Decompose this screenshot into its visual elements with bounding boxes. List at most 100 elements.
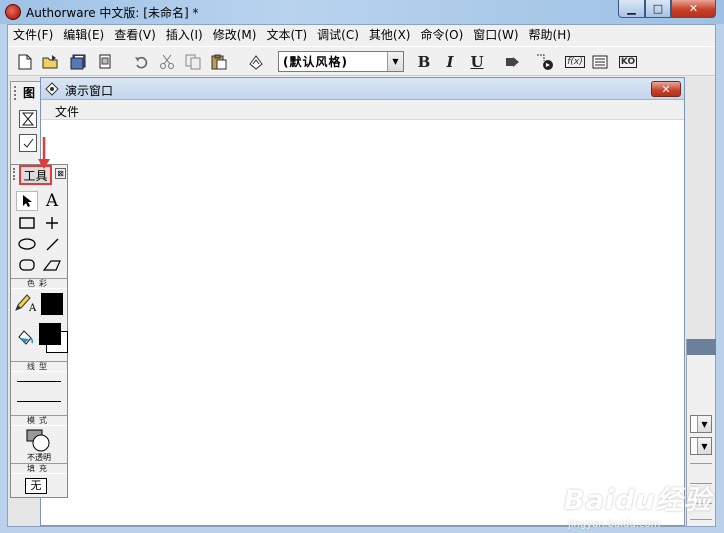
menu-edit[interactable]: 编辑(E) — [58, 25, 109, 45]
app-client-area: 文件(F) 编辑(E) 查看(V) 插入(I) 修改(M) 文本(T) 调试(C… — [7, 24, 716, 530]
save-all-button[interactable] — [68, 51, 90, 73]
close-button[interactable]: ✕ — [671, 0, 716, 18]
fill-pattern-box[interactable]: 无 — [25, 478, 47, 494]
rectangle-tool[interactable] — [16, 213, 38, 233]
menu-text[interactable]: 文本(T) — [261, 25, 312, 45]
text-style-value: (默认风格) — [283, 55, 348, 69]
new-file-icon — [18, 54, 32, 70]
run-play-icon — [506, 57, 519, 67]
menu-command[interactable]: 命令(O) — [415, 25, 468, 45]
plus-crosshair-icon — [46, 217, 58, 229]
presentation-menubar: 文件 — [41, 100, 684, 120]
chevron-down-icon[interactable]: ▼ — [387, 52, 403, 71]
menu-view[interactable]: 查看(V) — [109, 25, 161, 45]
underline-button[interactable]: U — [466, 51, 488, 73]
knowledge-objects-icon: KO — [618, 56, 638, 68]
menu-modify[interactable]: 修改(M) — [208, 25, 262, 45]
copy-icon — [185, 54, 201, 70]
open-file-button[interactable] — [40, 51, 62, 73]
new-file-button[interactable] — [14, 51, 36, 73]
functions-icon: f(x) — [565, 56, 585, 68]
properties-divider — [690, 463, 712, 464]
icon-palette-title: 图 — [23, 86, 36, 100]
presentation-window-icon — [45, 82, 59, 96]
undo-button[interactable] — [130, 51, 152, 73]
line-color-tool[interactable]: A — [14, 293, 38, 313]
tools-close-button[interactable]: ⊠ — [55, 168, 66, 179]
line-color-swatch[interactable] — [41, 293, 63, 315]
control-panel-button[interactable] — [534, 51, 556, 73]
diagonal-line-icon — [46, 238, 59, 251]
properties-panel-header — [687, 339, 716, 355]
menu-help[interactable]: 帮助(H) — [524, 25, 576, 45]
line-style-sample[interactable] — [17, 381, 61, 382]
presentation-window-titlebar[interactable]: 演示窗口 ✕ — [41, 78, 684, 100]
fill-section-label: 填充 — [11, 463, 67, 474]
watermark: Baidu经验 jingyan.baidu.com — [564, 478, 711, 533]
properties-combo-2[interactable]: ▼ — [690, 437, 712, 455]
paste-button[interactable] — [208, 51, 230, 73]
import-media-icon — [99, 54, 111, 69]
menu-debug[interactable]: 调试(C) — [312, 25, 364, 45]
rounded-rectangle-tool[interactable] — [16, 255, 38, 275]
rectangle-icon — [19, 217, 35, 229]
menu-other[interactable]: 其他(X) — [364, 25, 416, 45]
functions-button[interactable]: f(x) — [564, 51, 586, 73]
scissors-icon — [160, 54, 174, 69]
pen-color-letter: A — [28, 303, 37, 313]
undo-icon — [135, 56, 148, 69]
knowledge-objects-button[interactable]: KO — [617, 51, 639, 73]
line-style-sample[interactable] — [17, 401, 61, 402]
ellipse-tool[interactable] — [16, 234, 38, 254]
menu-file[interactable]: 文件(F) — [8, 25, 58, 45]
presentation-window: 演示窗口 ✕ 文件 — [40, 77, 685, 526]
presentation-canvas[interactable] — [41, 121, 684, 525]
tools-grip-handle[interactable] — [13, 168, 17, 180]
app-title: Authorware 中文版: [未命名] * — [26, 6, 199, 20]
minimize-button[interactable]: ▁ — [618, 0, 645, 18]
authorware-logo-icon[interactable] — [5, 4, 21, 20]
open-folder-icon — [42, 55, 58, 69]
foreground-color-swatch[interactable] — [39, 323, 61, 345]
italic-button[interactable]: I — [439, 51, 461, 73]
arrow-pointer-icon — [23, 195, 32, 207]
presentation-window-title: 演示窗口 — [65, 84, 114, 98]
presentation-close-button[interactable]: ✕ — [651, 81, 681, 97]
pencil-tick-icon — [23, 138, 34, 148]
ink-mode-tool[interactable] — [25, 428, 51, 452]
watermark-logo-text: Baidu经验 — [564, 485, 712, 516]
cut-button[interactable] — [156, 51, 178, 73]
display-icon[interactable] — [19, 134, 37, 152]
menu-insert[interactable]: 插入(I) — [161, 25, 208, 45]
find-button[interactable] — [246, 51, 268, 73]
copy-button[interactable] — [182, 51, 204, 73]
variables-button[interactable] — [589, 51, 611, 73]
diagonal-line-tool[interactable] — [41, 234, 63, 254]
pointer-tool[interactable] — [16, 191, 38, 211]
annotation-arrow-icon — [38, 137, 50, 169]
text-tool[interactable]: A — [41, 191, 63, 211]
main-toolbar: (默认风格) ▼ B I U f(x) KO — [8, 46, 715, 76]
variables-list-icon — [592, 55, 608, 69]
main-menubar: 文件(F) 编辑(E) 查看(V) 插入(I) 修改(M) 文本(T) 调试(C… — [8, 25, 715, 45]
run-button[interactable] — [502, 51, 524, 73]
wait-icon[interactable] — [19, 110, 37, 128]
paint-bucket-icon — [18, 330, 34, 345]
pencil-icon: A — [15, 294, 37, 313]
opaque-mode-icon — [26, 429, 50, 452]
fill-color-tool[interactable] — [14, 327, 36, 347]
crosshair-line-tool[interactable] — [41, 213, 63, 233]
maximize-button[interactable]: □ — [645, 0, 671, 18]
line-section-label: 线型 — [11, 361, 67, 372]
import-button[interactable] — [94, 51, 116, 73]
rounded-rectangle-icon — [19, 259, 35, 271]
hourglass-icon — [22, 112, 34, 126]
polygon-tool[interactable] — [41, 255, 63, 275]
tools-palette: 工具 ⊠ A 色彩 A 线型 模式 不透明 填充 无 — [10, 164, 68, 498]
presentation-menu-file[interactable]: 文件 — [55, 103, 79, 120]
menu-window[interactable]: 窗口(W) — [468, 25, 523, 45]
bold-button[interactable]: B — [413, 51, 435, 73]
text-style-select[interactable]: (默认风格) ▼ — [278, 51, 404, 72]
palette-grip-handle[interactable] — [14, 86, 18, 100]
properties-combo-1[interactable]: ▼ — [690, 415, 712, 433]
